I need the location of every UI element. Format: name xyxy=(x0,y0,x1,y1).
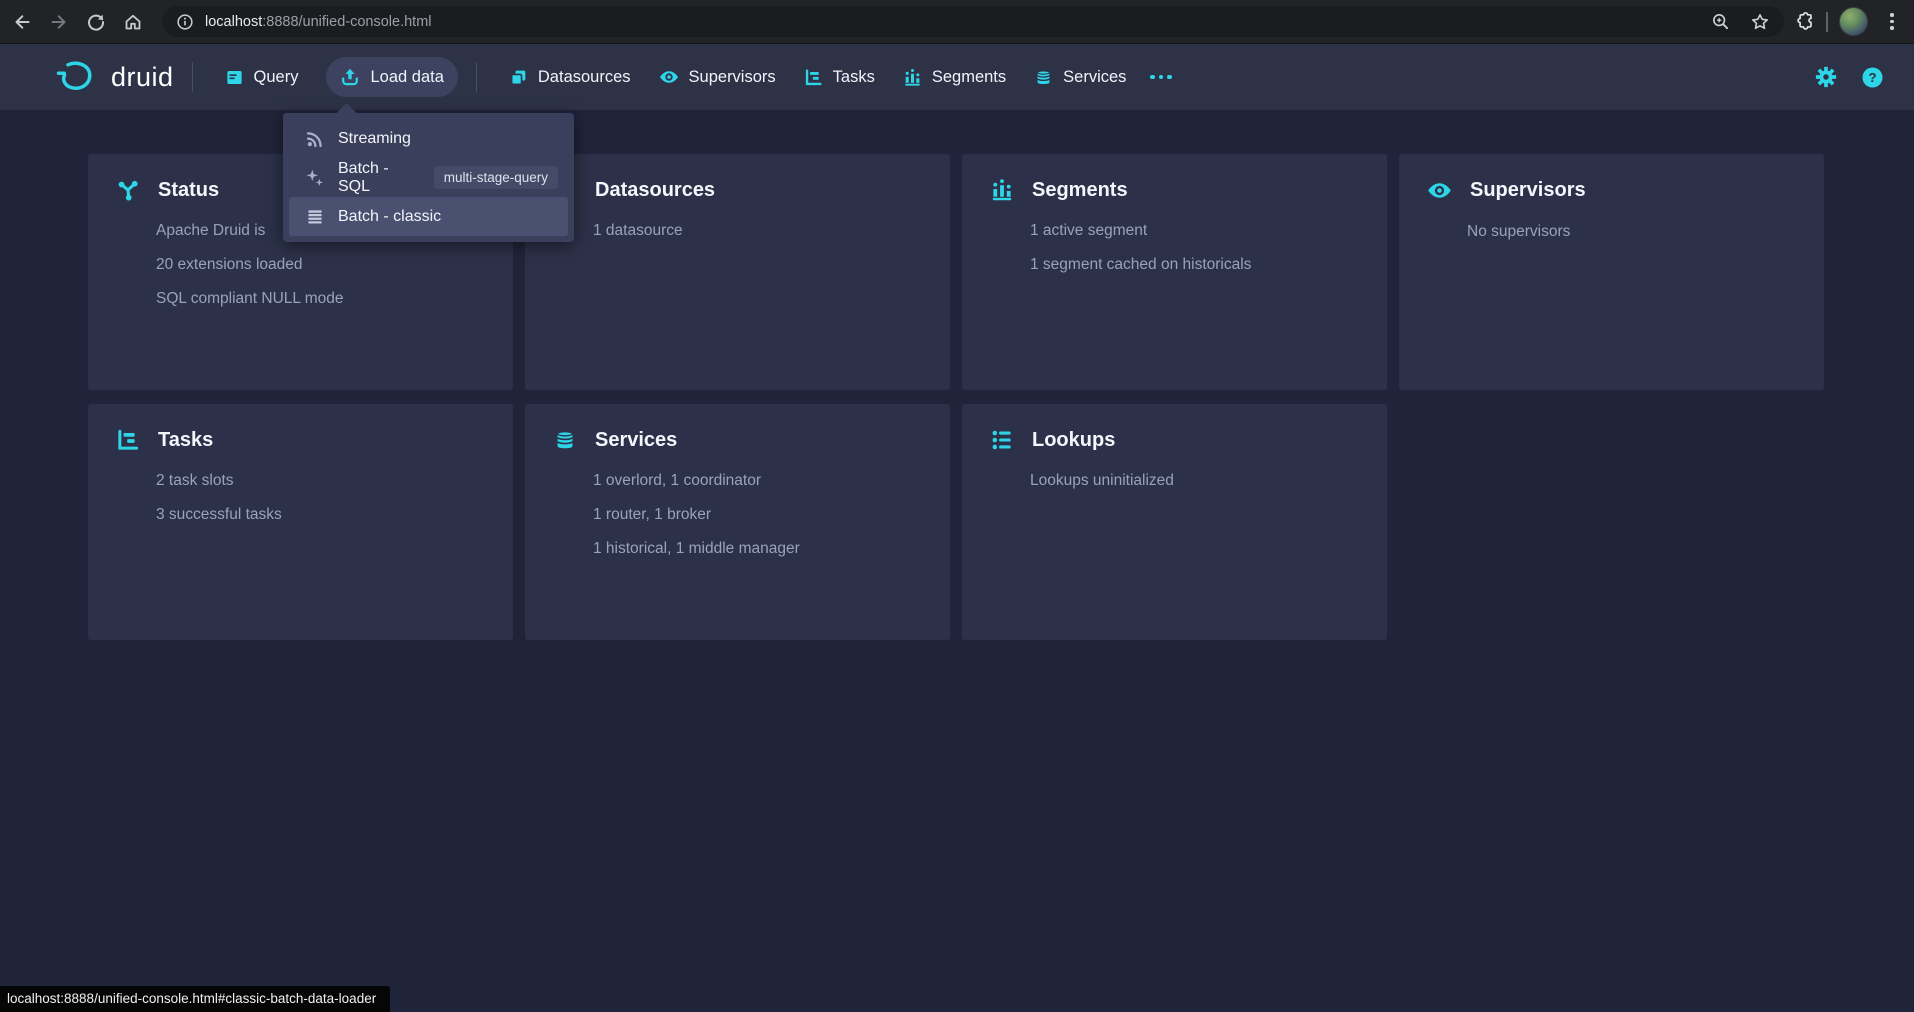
card-supervisors[interactable]: Supervisors No supervisors xyxy=(1399,154,1824,390)
nav-item-services[interactable]: Services xyxy=(1020,58,1140,97)
menu-item-label: Batch - SQL xyxy=(338,160,421,196)
druid-logo-icon xyxy=(55,59,99,95)
help-icon[interactable]: ? xyxy=(1861,66,1884,89)
extensions-icon[interactable] xyxy=(1794,11,1815,32)
nav-item-label: Services xyxy=(1063,68,1126,87)
link-status-bar: localhost:8888/unified-console.html#clas… xyxy=(0,986,390,1012)
eye-icon xyxy=(1427,178,1452,203)
navbar-right-controls: ? xyxy=(1815,66,1884,89)
card-tasks[interactable]: Tasks 2 task slots 3 successful tasks xyxy=(88,404,513,640)
menu-item-label: Streaming xyxy=(338,130,411,148)
status-fork-icon xyxy=(116,178,140,202)
card-title: Lookups xyxy=(1032,429,1115,452)
nav-item-label: Segments xyxy=(932,68,1006,87)
card-title: Supervisors xyxy=(1470,179,1586,202)
nav-item-label: Datasources xyxy=(538,68,631,87)
nav-item-query[interactable]: Query xyxy=(211,58,313,97)
card-line: 1 segment cached on historicals xyxy=(1030,256,1367,274)
card-line: 3 successful tasks xyxy=(156,506,493,524)
site-info-icon[interactable] xyxy=(176,13,194,31)
eye-icon xyxy=(659,67,679,87)
card-line: 1 historical, 1 middle manager xyxy=(593,540,930,558)
card-line: 1 router, 1 broker xyxy=(593,506,930,524)
datasources-stack-icon xyxy=(509,68,528,87)
card-line: SQL compliant NULL mode xyxy=(156,290,493,308)
nav-item-load-data[interactable]: Load data xyxy=(326,57,457,97)
address-bar[interactable]: localhost:8888/unified-console.html xyxy=(162,6,1784,37)
card-title: Datasources xyxy=(595,179,715,202)
gantt-icon xyxy=(116,428,140,452)
chrome-menu-icon[interactable] xyxy=(1880,13,1904,30)
msq-badge: multi-stage-query xyxy=(434,166,558,189)
druid-brand[interactable]: druid xyxy=(55,59,174,95)
card-segments[interactable]: Segments 1 active segment 1 segment cach… xyxy=(962,154,1387,390)
sparkles-icon xyxy=(305,168,325,188)
url-text: localhost:8888/unified-console.html xyxy=(205,14,432,30)
bar-chart-icon xyxy=(990,178,1014,202)
reload-icon[interactable] xyxy=(81,7,111,37)
druid-navbar: druid Query Load data Datasources Superv… xyxy=(0,44,1914,110)
bookmark-star-icon[interactable] xyxy=(1750,12,1770,32)
menu-item-streaming[interactable]: Streaming xyxy=(289,119,568,158)
nav-item-datasources[interactable]: Datasources xyxy=(495,58,645,97)
brand-name: druid xyxy=(111,62,174,93)
home-icon[interactable] xyxy=(118,7,148,37)
card-services[interactable]: Services 1 overlord, 1 coordinator 1 rou… xyxy=(525,404,950,640)
database-icon xyxy=(553,428,577,452)
gantt-icon xyxy=(804,68,823,87)
nav-item-label: Query xyxy=(254,68,299,87)
nav-item-segments[interactable]: Segments xyxy=(889,58,1020,97)
card-line: 20 extensions loaded xyxy=(156,256,493,274)
chrome-right-controls xyxy=(1794,7,1904,36)
card-datasources[interactable]: Datasources 1 datasource xyxy=(525,154,950,390)
nav-item-label: Supervisors xyxy=(689,68,776,87)
nav-divider xyxy=(192,62,193,92)
card-title: Status xyxy=(158,179,219,202)
card-lookups[interactable]: Lookups Lookups uninitialized xyxy=(962,404,1387,640)
nav-item-label: Tasks xyxy=(833,68,875,87)
profile-avatar[interactable] xyxy=(1839,7,1868,36)
card-line: 1 datasource xyxy=(593,222,930,240)
card-title: Segments xyxy=(1032,179,1128,202)
properties-list-icon xyxy=(990,428,1014,452)
browser-toolbar: localhost:8888/unified-console.html xyxy=(0,0,1914,44)
menu-item-batch-sql[interactable]: Batch - SQL multi-stage-query xyxy=(289,158,568,197)
nav-item-supervisors[interactable]: Supervisors xyxy=(645,57,790,97)
card-line: 1 active segment xyxy=(1030,222,1367,240)
bar-chart-icon xyxy=(903,68,922,87)
feed-icon xyxy=(305,129,325,149)
list-lines-icon xyxy=(305,207,325,227)
svg-text:?: ? xyxy=(1868,70,1876,85)
forward-icon[interactable] xyxy=(44,7,74,37)
nav-item-tasks[interactable]: Tasks xyxy=(790,58,889,97)
back-icon[interactable] xyxy=(7,7,37,37)
card-title: Services xyxy=(595,429,677,452)
card-title: Tasks xyxy=(158,429,213,452)
card-line: No supervisors xyxy=(1467,223,1804,241)
more-menu-icon[interactable] xyxy=(1140,65,1182,90)
database-icon xyxy=(1034,68,1053,87)
url-host: localhost xyxy=(205,14,262,30)
menu-item-batch-classic[interactable]: Batch - classic xyxy=(289,197,568,236)
query-icon xyxy=(225,68,244,87)
toolbar-divider xyxy=(1826,12,1828,32)
url-path: :8888/unified-console.html xyxy=(262,14,431,30)
load-data-menu: Streaming Batch - SQL multi-stage-query … xyxy=(283,113,574,242)
card-line: Lookups uninitialized xyxy=(1030,472,1367,490)
nav-divider xyxy=(476,62,477,92)
settings-gear-icon[interactable] xyxy=(1815,66,1837,88)
card-line: 2 task slots xyxy=(156,472,493,490)
zoom-icon[interactable] xyxy=(1711,12,1730,31)
menu-item-label: Batch - classic xyxy=(338,208,441,226)
card-line: 1 overlord, 1 coordinator xyxy=(593,472,930,490)
upload-cloud-icon xyxy=(340,67,360,87)
nav-item-label: Load data xyxy=(370,68,443,87)
